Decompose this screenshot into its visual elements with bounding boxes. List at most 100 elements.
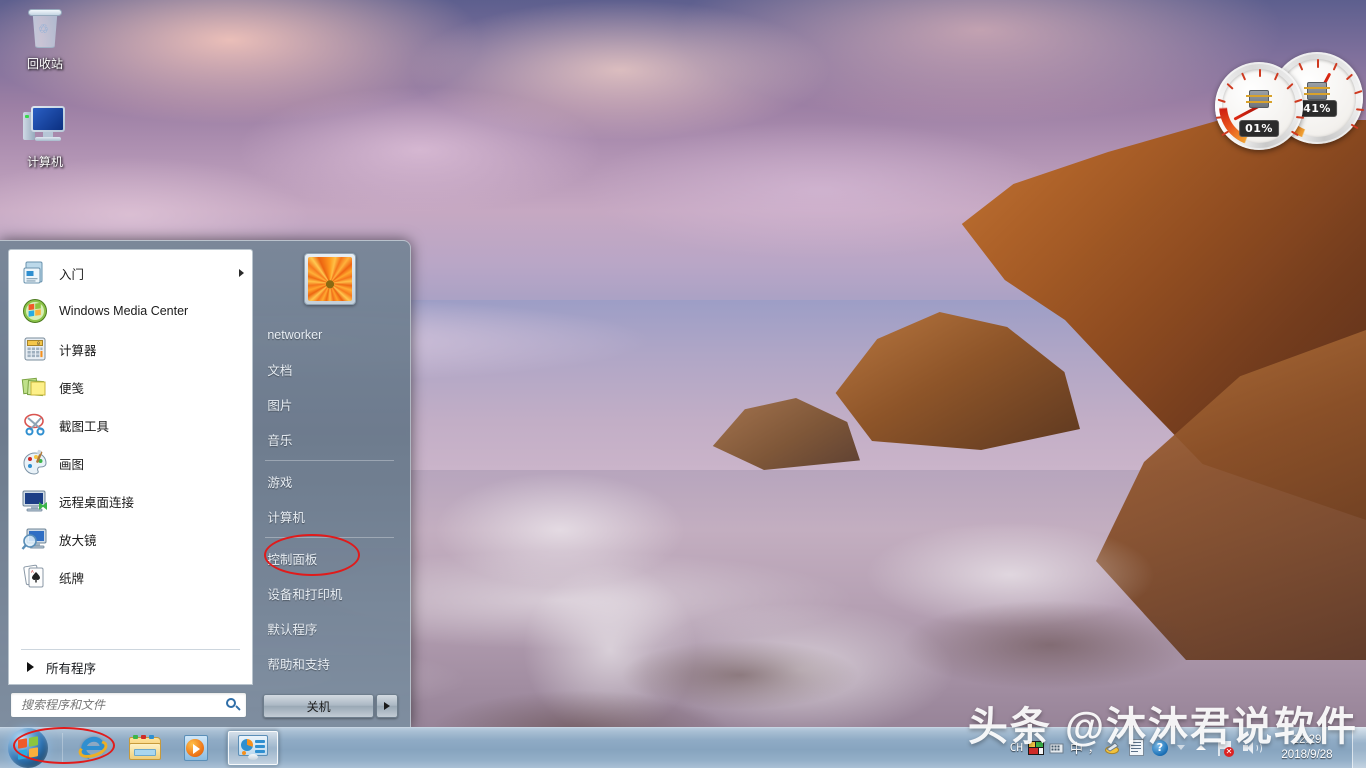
- start-menu-divider: [265, 460, 394, 461]
- notification-area[interactable]: CH 中 ，: [1006, 727, 1366, 768]
- start-menu-item-solitaire[interactable]: A 纸牌: [9, 558, 252, 596]
- sticky-notes-icon: [21, 373, 49, 401]
- control-panel-icon: [237, 735, 269, 761]
- start-menu-item-label: Windows Media Center: [59, 304, 188, 318]
- user-avatar[interactable]: [304, 253, 356, 305]
- taskbar-button-windows-explorer[interactable]: [119, 730, 171, 766]
- start-menu-divider: [265, 537, 394, 538]
- recycle-bin-icon: ♲: [2, 6, 88, 54]
- start-menu-item-label: 纸牌: [59, 568, 84, 587]
- start-menu-item-sticky-notes[interactable]: 便笺: [9, 368, 252, 406]
- shutdown-options-button[interactable]: [376, 694, 398, 718]
- taskbar-button-internet-explorer[interactable]: [67, 730, 119, 766]
- start-menu-item-snipping-tool[interactable]: 截图工具: [9, 406, 252, 444]
- cpu-meter-gadget[interactable]: 01%: [1215, 62, 1303, 150]
- folder-icon: [129, 735, 161, 761]
- desktop-icon-label: 回收站: [2, 57, 88, 72]
- start-menu-right-panel: networker 文档 图片 音乐 游戏 计算机 控制面板 设备和打印机 默认…: [253, 241, 410, 728]
- desktop-icon-recycle-bin[interactable]: ♲ 回收站: [2, 6, 88, 72]
- start-menu-item-games[interactable]: 游戏: [259, 464, 400, 499]
- magnifier-icon: [21, 525, 49, 553]
- start-menu-item-getting-started[interactable]: 入门: [9, 254, 252, 292]
- shutdown-button[interactable]: 关机: [263, 694, 374, 718]
- chevron-right-icon: [239, 269, 244, 277]
- start-menu-item-calculator[interactable]: 0 计算器: [9, 330, 252, 368]
- ime-keyboard-icon[interactable]: [1028, 741, 1044, 755]
- start-menu-item-label: 便笺: [59, 378, 84, 397]
- remote-desktop-icon: [21, 487, 49, 515]
- clock-time: 12:29: [1293, 733, 1322, 748]
- start-menu-user-name[interactable]: networker: [259, 317, 400, 352]
- search-input[interactable]: [21, 698, 226, 712]
- start-menu-item-paint[interactable]: 画图: [9, 444, 252, 482]
- memory-meter-value: 41%: [1297, 100, 1337, 117]
- show-hidden-icons-button[interactable]: [1190, 727, 1212, 768]
- start-menu-footer: 关机: [259, 694, 400, 720]
- clock[interactable]: 12:29 2018/9/28: [1264, 727, 1350, 768]
- tray-dropdown-arrow[interactable]: [1172, 727, 1190, 768]
- start-menu-item-music[interactable]: 音乐: [259, 422, 400, 457]
- tray-icon-network[interactable]: ✕: [1212, 727, 1238, 768]
- start-menu-item-windows-media-center[interactable]: Windows Media Center: [9, 292, 252, 330]
- search-icon: [226, 698, 240, 712]
- help-icon: ?: [1152, 740, 1168, 756]
- search-box[interactable]: [10, 692, 247, 718]
- start-menu-item-label: 音乐: [267, 430, 292, 449]
- media-player-icon: [182, 735, 212, 761]
- document-icon: [1129, 739, 1144, 756]
- taskbar-button-control-panel[interactable]: [227, 730, 279, 766]
- chevron-right-icon: [384, 702, 390, 710]
- start-menu-item-label: 帮助和支持: [267, 654, 330, 673]
- start-menu-item-devices-and-printers[interactable]: 设备和打印机: [259, 576, 400, 611]
- start-menu-item-label: 放大镜: [59, 530, 97, 549]
- start-menu-item-label: 计算机: [267, 507, 305, 526]
- clock-date: 2018/9/28: [1281, 748, 1332, 763]
- start-menu-item-remote-desktop[interactable]: 远程桌面连接: [9, 482, 252, 520]
- svg-text:0: 0: [37, 341, 40, 347]
- tray-icon-volume[interactable]: [1238, 727, 1264, 768]
- start-menu-item-label: 截图工具: [59, 416, 109, 435]
- shutdown-label: 关机: [307, 698, 331, 715]
- computer-icon: [2, 104, 88, 152]
- paint-icon: [21, 449, 49, 477]
- start-menu-program-list[interactable]: 入门 Windows Media: [8, 249, 253, 685]
- cpu-meter-value: 01%: [1239, 120, 1279, 137]
- internet-explorer-icon: [78, 733, 108, 763]
- ime-mode-label[interactable]: 中: [1070, 738, 1083, 757]
- chevron-down-icon: [1177, 745, 1185, 750]
- start-menu-item-help-and-support[interactable]: 帮助和支持: [259, 646, 400, 681]
- all-programs-button[interactable]: 所有程序: [9, 650, 252, 684]
- wallpaper-rock-dark-2: [900, 600, 1200, 690]
- start-menu-item-computer[interactable]: 计算机: [259, 499, 400, 534]
- all-programs-label: 所有程序: [46, 658, 96, 677]
- tray-icon-action-center[interactable]: ?: [1148, 727, 1172, 768]
- ime-softkeyboard-icon[interactable]: [1104, 741, 1120, 755]
- start-menu-item-documents[interactable]: 文档: [259, 352, 400, 387]
- memory-chip-icon: [1307, 82, 1327, 100]
- start-menu-item-magnifier[interactable]: 放大镜: [9, 520, 252, 558]
- taskbar[interactable]: CH 中 ，: [0, 727, 1366, 768]
- speaker-icon: [1243, 741, 1259, 755]
- start-orb-icon: [8, 728, 48, 768]
- start-menu-item-label: 游戏: [267, 472, 292, 491]
- user-name-label: networker: [267, 328, 322, 342]
- show-desktop-button[interactable]: [1352, 727, 1366, 768]
- start-menu-item-label: 入门: [59, 264, 84, 283]
- ime-language-bar[interactable]: CH 中 ，: [1006, 727, 1124, 768]
- start-menu-item-pictures[interactable]: 图片: [259, 387, 400, 422]
- ime-language-label: CH: [1010, 741, 1023, 754]
- windows-media-center-icon: [21, 297, 49, 325]
- tray-icon-document[interactable]: [1124, 727, 1148, 768]
- start-menu[interactable]: 入门 Windows Media: [0, 240, 411, 728]
- snipping-tool-icon: [21, 411, 49, 439]
- start-menu-item-label: 控制面板: [267, 549, 317, 568]
- solitaire-icon: A: [21, 563, 49, 591]
- start-menu-item-label: 远程桌面连接: [59, 492, 134, 511]
- start-menu-item-control-panel[interactable]: 控制面板: [259, 541, 400, 576]
- taskbar-button-windows-media-player[interactable]: [171, 730, 223, 766]
- start-menu-item-default-programs[interactable]: 默认程序: [259, 611, 400, 646]
- desktop-icon-computer[interactable]: 计算机: [2, 104, 88, 170]
- ime-punctuation-label[interactable]: ，: [1088, 740, 1099, 756]
- start-button[interactable]: [2, 726, 54, 768]
- ime-toolbox-icon[interactable]: [1049, 741, 1065, 755]
